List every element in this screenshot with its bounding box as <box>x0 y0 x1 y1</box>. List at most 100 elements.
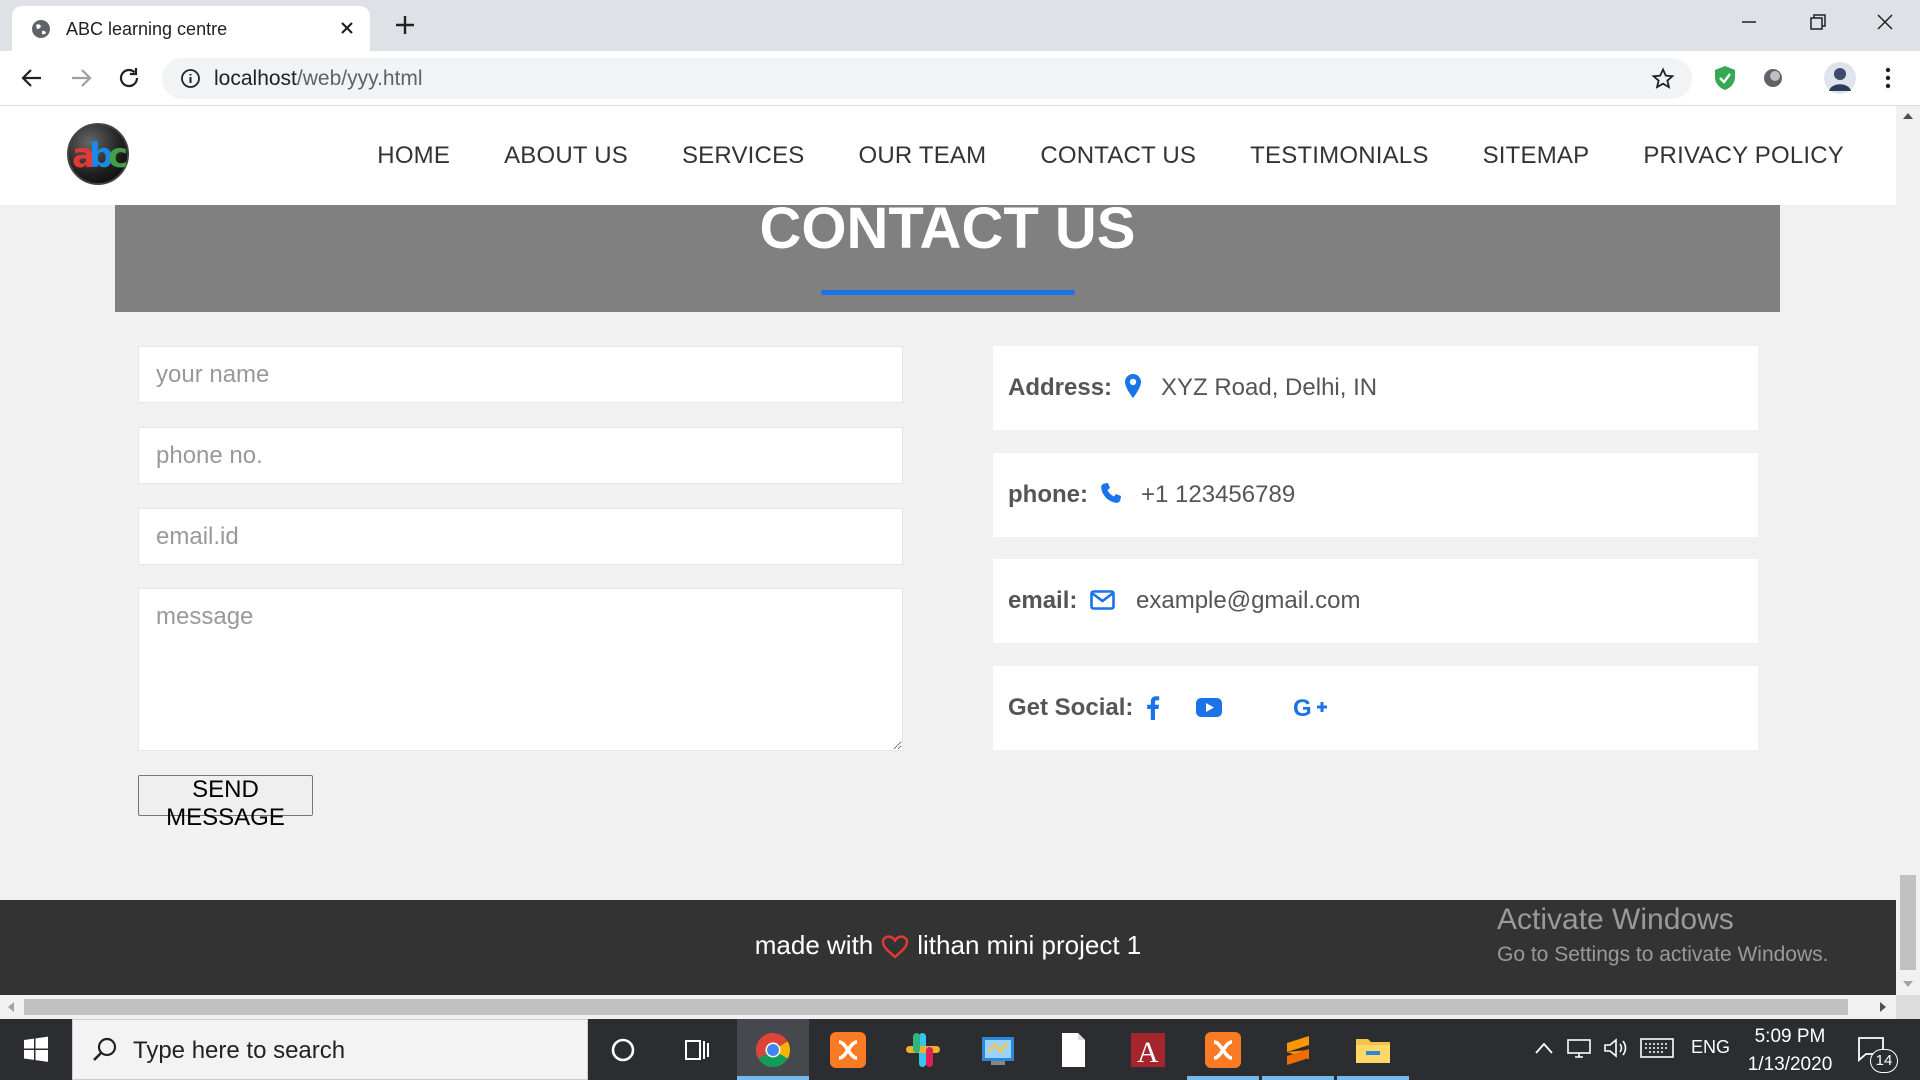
scroll-up-icon[interactable] <box>1903 112 1913 120</box>
page-viewport: a b c HOME ABOUT US SERVICES OUR TEAM CO… <box>0 106 1896 995</box>
url-host: localhost <box>214 67 297 90</box>
nav-our-team[interactable]: OUR TEAM <box>859 142 987 170</box>
clock-time: 5:09 PM <box>1754 1026 1826 1047</box>
address-bar[interactable]: localhost/web/yyy.html <box>162 58 1692 99</box>
keyboard-icon[interactable] <box>1640 1038 1674 1058</box>
address-card: Address: XYZ Road, Delhi, IN <box>993 346 1758 430</box>
phone-card: phone: +1 123456789 <box>993 453 1758 537</box>
send-message-button[interactable]: SEND MESSAGE <box>138 775 313 831</box>
adblock-shield-icon[interactable] <box>1710 63 1740 93</box>
scroll-left-icon[interactable] <box>7 1002 15 1012</box>
browser-tab-strip: ABC learning centre <box>0 0 1920 51</box>
phone-icon <box>1101 483 1121 503</box>
scroll-down-icon[interactable] <box>1903 980 1913 988</box>
svg-text:G: G <box>1293 695 1312 719</box>
nav-home[interactable]: HOME <box>377 142 450 170</box>
nav-privacy-policy[interactable]: PRIVACY POLICY <box>1643 142 1844 170</box>
cortana-icon[interactable] <box>602 1029 644 1071</box>
globe-icon <box>32 20 50 38</box>
browser-toolbar: localhost/web/yyy.html <box>0 51 1920 106</box>
phone-input[interactable] <box>138 427 903 484</box>
profile-avatar-icon[interactable] <box>1823 61 1857 95</box>
tab-title: ABC learning centre <box>66 19 228 39</box>
nav-sitemap[interactable]: SITEMAP <box>1483 142 1590 170</box>
close-tab-icon[interactable] <box>336 17 358 39</box>
title-underline <box>821 290 1075 295</box>
network-icon[interactable] <box>1566 1037 1592 1059</box>
email-card: email: example@gmail.com <box>993 559 1758 643</box>
scrollbar-corner <box>1896 995 1920 1019</box>
explorer-active-indicator <box>1337 1076 1409 1080</box>
page-hero-banner: CONTACT US <box>115 199 1780 312</box>
nav-contact-us[interactable]: CONTACT US <box>1040 142 1196 170</box>
url-text[interactable]: localhost/web/yyy.html <box>214 67 423 91</box>
facebook-icon[interactable] <box>1146 695 1160 720</box>
logo-letter-c: c <box>108 136 129 176</box>
task-view-icon[interactable] <box>675 1029 717 1071</box>
site-header: a b c HOME ABOUT US SERVICES OUR TEAM CO… <box>0 106 1896 205</box>
minimize-icon[interactable] <box>1734 9 1764 35</box>
search-placeholder: Type here to search <box>133 1037 346 1064</box>
footer-made-with: made with <box>754 930 874 960</box>
scroll-right-icon[interactable] <box>1879 1002 1887 1012</box>
youtube-icon[interactable] <box>1196 698 1222 717</box>
clock-date: 1/13/2020 <box>1747 1054 1833 1075</box>
chrome-icon[interactable] <box>752 1029 794 1071</box>
browser-tab[interactable]: ABC learning centre <box>12 6 370 51</box>
xampp-icon[interactable] <box>827 1029 869 1071</box>
vertical-scroll-thumb[interactable] <box>1900 875 1916 970</box>
forward-icon[interactable] <box>68 65 94 91</box>
input-language[interactable]: ENG <box>1691 1037 1730 1058</box>
chevron-up-icon[interactable] <box>1534 1041 1554 1055</box>
nav-testimonials[interactable]: TESTIMONIALS <box>1250 142 1428 170</box>
nav-about-us[interactable]: ABOUT US <box>504 142 628 170</box>
close-window-icon[interactable] <box>1870 9 1900 35</box>
browser-menu-icon[interactable] <box>1873 63 1903 93</box>
address-label: Address: <box>1008 374 1113 401</box>
file-explorer-icon[interactable] <box>1352 1029 1394 1071</box>
site-info-icon[interactable] <box>180 68 201 89</box>
search-icon <box>93 1037 117 1061</box>
envelope-icon <box>1090 590 1115 610</box>
back-icon[interactable] <box>19 65 45 91</box>
email-label: email: <box>1008 587 1078 614</box>
notification-badge: 14 <box>1870 1049 1898 1073</box>
new-tab-icon[interactable] <box>392 12 418 38</box>
sublime-text-icon[interactable] <box>1277 1029 1319 1071</box>
file-document-icon[interactable] <box>1052 1029 1094 1071</box>
watermark-subtitle: Go to Settings to activate Windows. <box>1497 943 1829 966</box>
restore-icon[interactable] <box>1802 9 1832 35</box>
page-title: CONTACT US <box>759 196 1136 261</box>
email-input[interactable] <box>138 508 903 565</box>
social-label: Get Social: <box>1008 694 1134 721</box>
horizontal-scroll-thumb[interactable] <box>24 999 1848 1015</box>
site-logo[interactable]: a b c <box>67 123 129 185</box>
vertical-scrollbar[interactable] <box>1896 106 1920 995</box>
name-input[interactable] <box>138 346 903 403</box>
nav-services[interactable]: SERVICES <box>682 142 805 170</box>
access-app-icon[interactable]: A <box>1127 1029 1169 1071</box>
volume-icon[interactable] <box>1603 1037 1629 1059</box>
sublime-active-indicator <box>1262 1076 1334 1080</box>
windows-start-icon[interactable] <box>0 1019 72 1080</box>
google-plus-icon[interactable]: G <box>1293 695 1329 719</box>
reload-icon[interactable] <box>116 65 142 91</box>
extension-icon[interactable] <box>1758 63 1788 93</box>
slack-icon[interactable] <box>902 1029 944 1071</box>
bookmark-star-icon[interactable] <box>1651 67 1675 91</box>
taskbar-search-box[interactable]: Type here to search <box>72 1019 588 1080</box>
control-panel-icon[interactable] <box>977 1029 1019 1071</box>
url-path: /web/yyy.html <box>296 67 423 90</box>
activate-windows-watermark: Activate Windows Go to Settings to activ… <box>1497 903 1829 967</box>
message-textarea[interactable] <box>138 588 903 751</box>
chrome-active-indicator <box>737 1076 809 1080</box>
horizontal-scrollbar[interactable] <box>0 995 1896 1019</box>
watermark-title: Activate Windows <box>1497 903 1734 936</box>
xampp-control-icon[interactable] <box>1202 1029 1244 1071</box>
phone-label: phone: <box>1008 481 1088 508</box>
email-value: example@gmail.com <box>1136 587 1361 614</box>
taskbar-clock[interactable]: 5:09 PM 1/13/2020 <box>1740 1023 1840 1079</box>
address-value: XYZ Road, Delhi, IN <box>1161 374 1378 401</box>
map-marker-icon <box>1125 374 1141 398</box>
footer-project: lithan mini project 1 <box>917 930 1142 960</box>
